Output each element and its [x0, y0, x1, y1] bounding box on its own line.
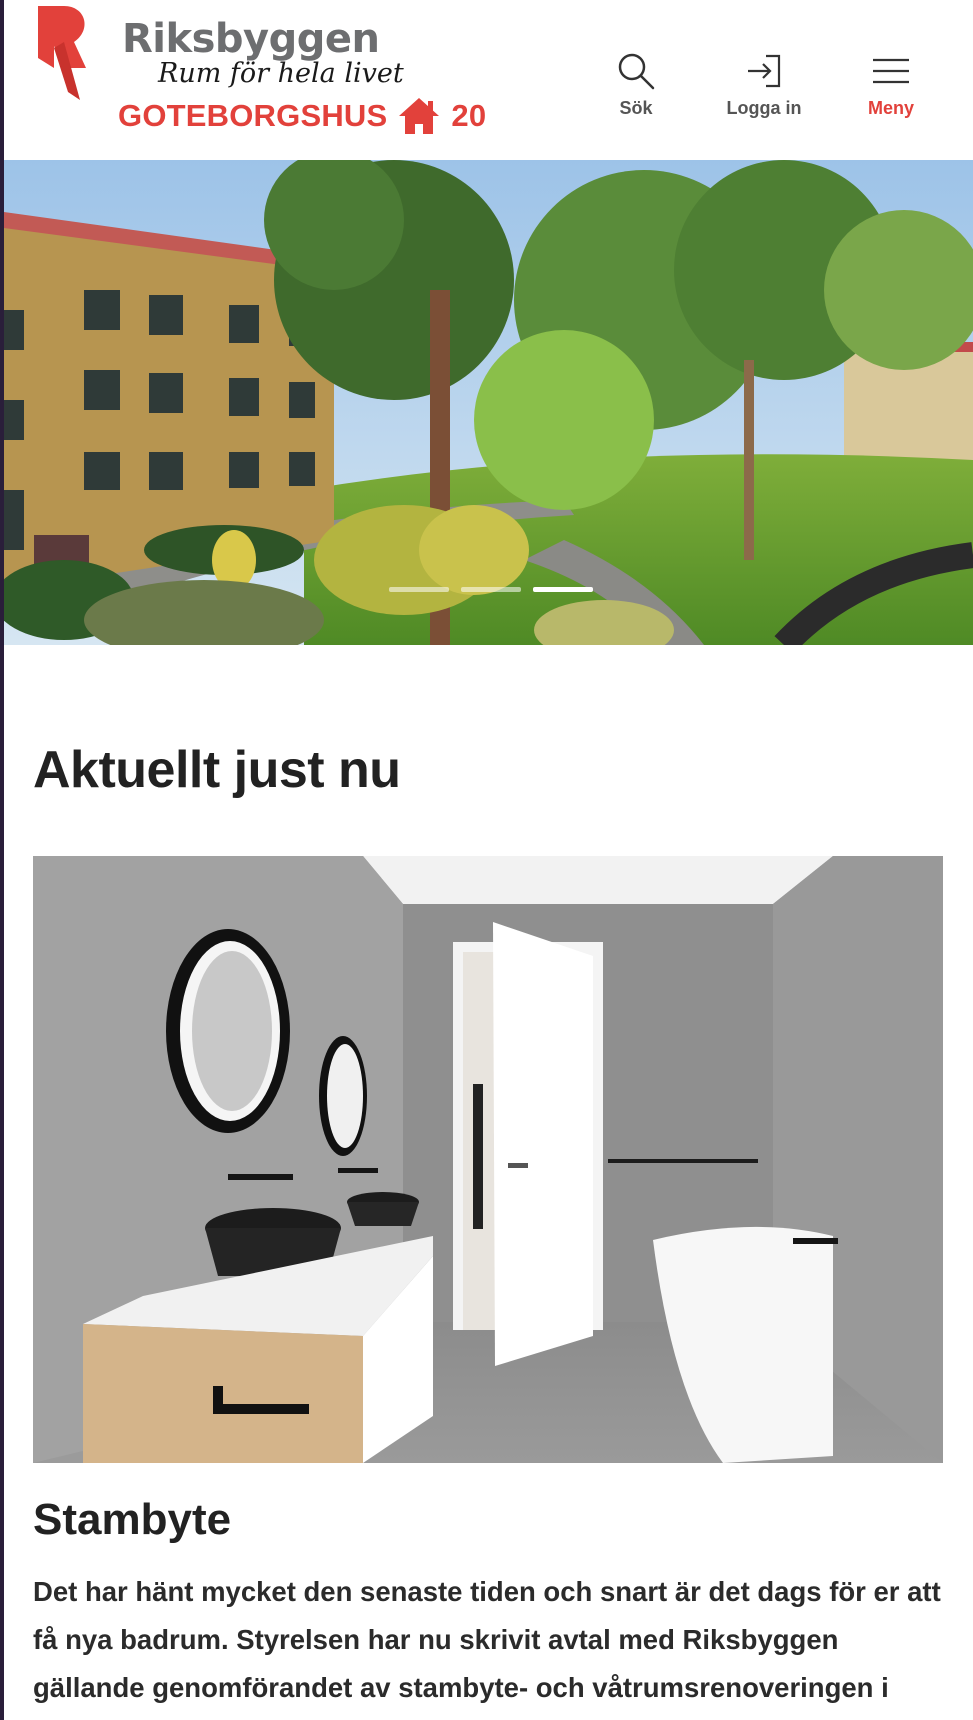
- search-label: Sök: [619, 98, 653, 118]
- sub-brand: GOTEBORGSHUS 20: [118, 96, 486, 136]
- carousel-indicators: [389, 587, 593, 592]
- brand-name: Riksbyggen: [122, 16, 380, 62]
- login-label: Logga in: [726, 98, 802, 118]
- article-image-bathroom[interactable]: [33, 856, 943, 1463]
- carousel-dot-3-active[interactable]: [533, 587, 593, 592]
- house-icon: [399, 98, 440, 134]
- article-body: Det har hänt mycket den senaste tiden oc…: [33, 1576, 941, 1703]
- menu-button[interactable]: Meny: [836, 46, 946, 126]
- login-icon: [748, 54, 781, 88]
- riksbyggen-logo[interactable]: Riksbyggen Rum för hela livet GOTEBORGSH…: [34, 2, 486, 142]
- search-button[interactable]: Sök: [581, 46, 691, 126]
- carousel-dot-1[interactable]: [389, 587, 449, 592]
- article-title[interactable]: Stambyte: [33, 1495, 231, 1545]
- section-title: Aktuellt just nu: [33, 741, 401, 799]
- hero-image-housing-courtyard: [4, 160, 973, 645]
- carousel-dot-2[interactable]: [461, 587, 521, 592]
- site-header: Riksbyggen Rum för hela livet GOTEBORGSH…: [4, 0, 973, 160]
- login-button[interactable]: Logga in: [709, 46, 819, 126]
- sub-brand-number: 20: [451, 98, 487, 133]
- brand-tagline: Rum för hela livet: [158, 58, 404, 89]
- riksbyggen-r-mark-icon: [38, 6, 86, 100]
- search-icon: [618, 53, 655, 90]
- hamburger-menu-icon: [873, 58, 909, 84]
- bathroom-photo: [33, 856, 943, 1463]
- sub-brand-name: GOTEBORGSHUS: [118, 98, 388, 133]
- menu-label: Meny: [867, 98, 914, 118]
- hero-carousel[interactable]: [4, 160, 973, 645]
